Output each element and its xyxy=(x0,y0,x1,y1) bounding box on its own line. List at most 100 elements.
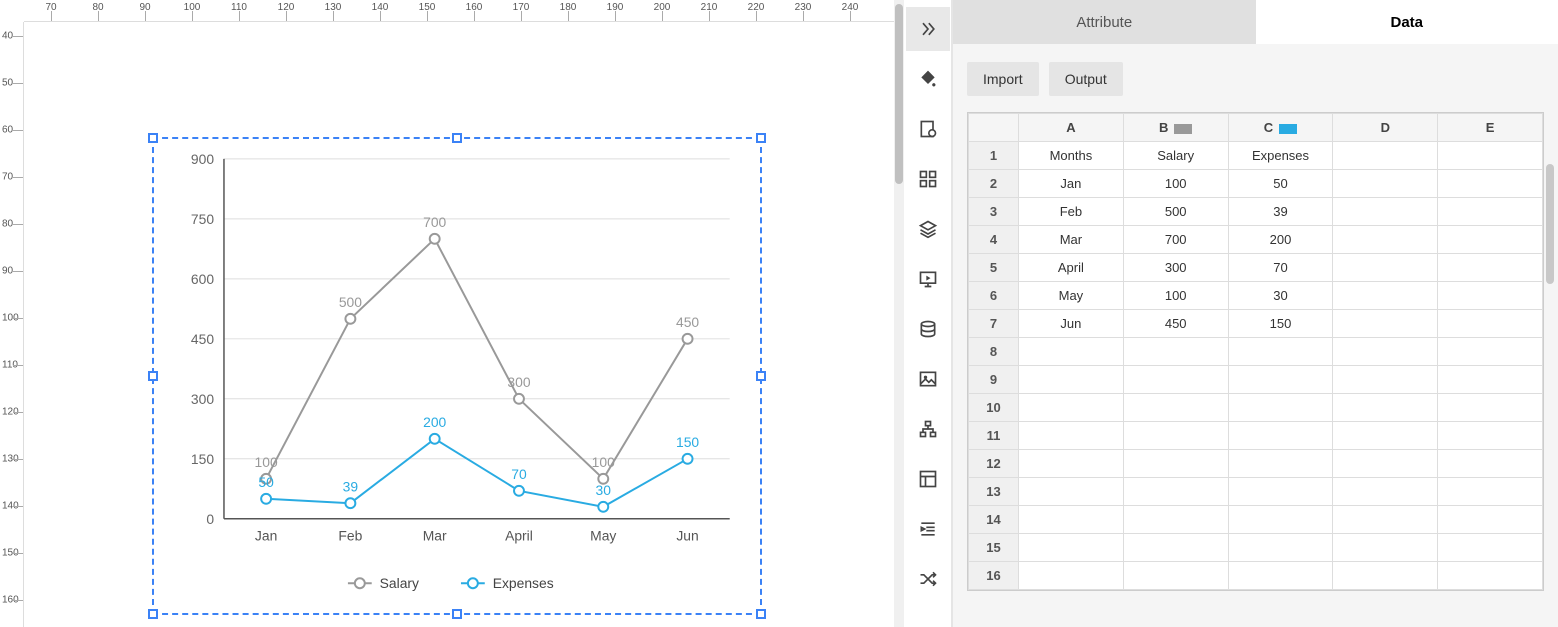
resize-handle-tm[interactable] xyxy=(452,133,462,143)
cell-D2[interactable] xyxy=(1333,170,1438,198)
cell-B10[interactable] xyxy=(1123,394,1228,422)
resize-handle-bl[interactable] xyxy=(148,609,158,619)
import-button[interactable]: Import xyxy=(967,62,1039,96)
cell-D3[interactable] xyxy=(1333,198,1438,226)
row-header-1[interactable]: 1 xyxy=(969,142,1019,170)
cell-C16[interactable] xyxy=(1228,562,1333,590)
row-header-11[interactable]: 11 xyxy=(969,422,1019,450)
tool-database[interactable] xyxy=(906,307,950,351)
cell-A7[interactable]: Jun xyxy=(1019,310,1124,338)
cell-A3[interactable]: Feb xyxy=(1019,198,1124,226)
cell-A4[interactable]: Mar xyxy=(1019,226,1124,254)
cell-D15[interactable] xyxy=(1333,534,1438,562)
cell-D13[interactable] xyxy=(1333,478,1438,506)
cell-D8[interactable] xyxy=(1333,338,1438,366)
row-header-6[interactable]: 6 xyxy=(969,282,1019,310)
cell-A11[interactable] xyxy=(1019,422,1124,450)
cell-B15[interactable] xyxy=(1123,534,1228,562)
cell-C7[interactable]: 150 xyxy=(1228,310,1333,338)
tool-shuffle[interactable] xyxy=(906,557,950,601)
cell-D9[interactable] xyxy=(1333,366,1438,394)
cell-D6[interactable] xyxy=(1333,282,1438,310)
cell-E7[interactable] xyxy=(1438,310,1543,338)
cell-E16[interactable] xyxy=(1438,562,1543,590)
cell-E6[interactable] xyxy=(1438,282,1543,310)
cell-A9[interactable] xyxy=(1019,366,1124,394)
cell-D10[interactable] xyxy=(1333,394,1438,422)
tab-data[interactable]: Data xyxy=(1256,0,1558,44)
cell-A14[interactable] xyxy=(1019,506,1124,534)
cell-A8[interactable] xyxy=(1019,338,1124,366)
cell-D16[interactable] xyxy=(1333,562,1438,590)
tool-fill[interactable] xyxy=(906,57,950,101)
cell-C15[interactable] xyxy=(1228,534,1333,562)
cell-D1[interactable] xyxy=(1333,142,1438,170)
cell-C9[interactable] xyxy=(1228,366,1333,394)
cell-E11[interactable] xyxy=(1438,422,1543,450)
output-button[interactable]: Output xyxy=(1049,62,1123,96)
tool-image[interactable] xyxy=(906,357,950,401)
cell-C3[interactable]: 39 xyxy=(1228,198,1333,226)
col-header-E[interactable]: E xyxy=(1438,114,1543,142)
resize-handle-tl[interactable] xyxy=(148,133,158,143)
resize-handle-bm[interactable] xyxy=(452,609,462,619)
cell-C1[interactable]: Expenses xyxy=(1228,142,1333,170)
cell-A5[interactable]: April xyxy=(1019,254,1124,282)
cell-E9[interactable] xyxy=(1438,366,1543,394)
cell-C10[interactable] xyxy=(1228,394,1333,422)
row-header-16[interactable]: 16 xyxy=(969,562,1019,590)
cell-A1[interactable]: Months xyxy=(1019,142,1124,170)
row-header-15[interactable]: 15 xyxy=(969,534,1019,562)
resize-handle-mr[interactable] xyxy=(756,371,766,381)
cell-B16[interactable] xyxy=(1123,562,1228,590)
chart-object[interactable]: 0150300450600750900JanFebMarAprilMayJun1… xyxy=(152,137,762,615)
row-header-12[interactable]: 12 xyxy=(969,450,1019,478)
cell-B3[interactable]: 500 xyxy=(1123,198,1228,226)
cell-C13[interactable] xyxy=(1228,478,1333,506)
row-header-9[interactable]: 9 xyxy=(969,366,1019,394)
tab-attribute[interactable]: Attribute xyxy=(953,0,1256,44)
cell-D7[interactable] xyxy=(1333,310,1438,338)
sheet-corner[interactable] xyxy=(969,114,1019,142)
row-header-5[interactable]: 5 xyxy=(969,254,1019,282)
row-header-10[interactable]: 10 xyxy=(969,394,1019,422)
row-header-2[interactable]: 2 xyxy=(969,170,1019,198)
cell-B5[interactable]: 300 xyxy=(1123,254,1228,282)
cell-E13[interactable] xyxy=(1438,478,1543,506)
col-header-D[interactable]: D xyxy=(1333,114,1438,142)
cell-B8[interactable] xyxy=(1123,338,1228,366)
cell-E14[interactable] xyxy=(1438,506,1543,534)
cell-D5[interactable] xyxy=(1333,254,1438,282)
col-header-A[interactable]: A xyxy=(1019,114,1124,142)
cell-B11[interactable] xyxy=(1123,422,1228,450)
row-header-3[interactable]: 3 xyxy=(969,198,1019,226)
scroll-thumb[interactable] xyxy=(895,4,903,184)
cell-C5[interactable]: 70 xyxy=(1228,254,1333,282)
panel-scrollbar[interactable] xyxy=(1546,164,1556,564)
cell-B2[interactable]: 100 xyxy=(1123,170,1228,198)
collapse-panel-button[interactable] xyxy=(906,7,950,51)
cell-B4[interactable]: 700 xyxy=(1123,226,1228,254)
tool-sitemap[interactable] xyxy=(906,407,950,451)
cell-B7[interactable]: 450 xyxy=(1123,310,1228,338)
cell-A13[interactable] xyxy=(1019,478,1124,506)
tool-page-setup[interactable] xyxy=(906,107,950,151)
tool-grid[interactable] xyxy=(906,157,950,201)
cell-E1[interactable] xyxy=(1438,142,1543,170)
row-header-7[interactable]: 7 xyxy=(969,310,1019,338)
tool-layers[interactable] xyxy=(906,207,950,251)
canvas-scrollbar[interactable] xyxy=(894,0,904,627)
cell-E4[interactable] xyxy=(1438,226,1543,254)
tool-presentation[interactable] xyxy=(906,257,950,301)
cell-B1[interactable]: Salary xyxy=(1123,142,1228,170)
col-header-B[interactable]: B xyxy=(1123,114,1228,142)
cell-A6[interactable]: May xyxy=(1019,282,1124,310)
cell-E10[interactable] xyxy=(1438,394,1543,422)
cell-A2[interactable]: Jan xyxy=(1019,170,1124,198)
panel-scroll-thumb[interactable] xyxy=(1546,164,1554,284)
data-spreadsheet[interactable]: ABCDE1MonthsSalaryExpenses2Jan100503Feb5… xyxy=(967,112,1544,591)
cell-D14[interactable] xyxy=(1333,506,1438,534)
cell-E5[interactable] xyxy=(1438,254,1543,282)
cell-B14[interactable] xyxy=(1123,506,1228,534)
cell-C8[interactable] xyxy=(1228,338,1333,366)
